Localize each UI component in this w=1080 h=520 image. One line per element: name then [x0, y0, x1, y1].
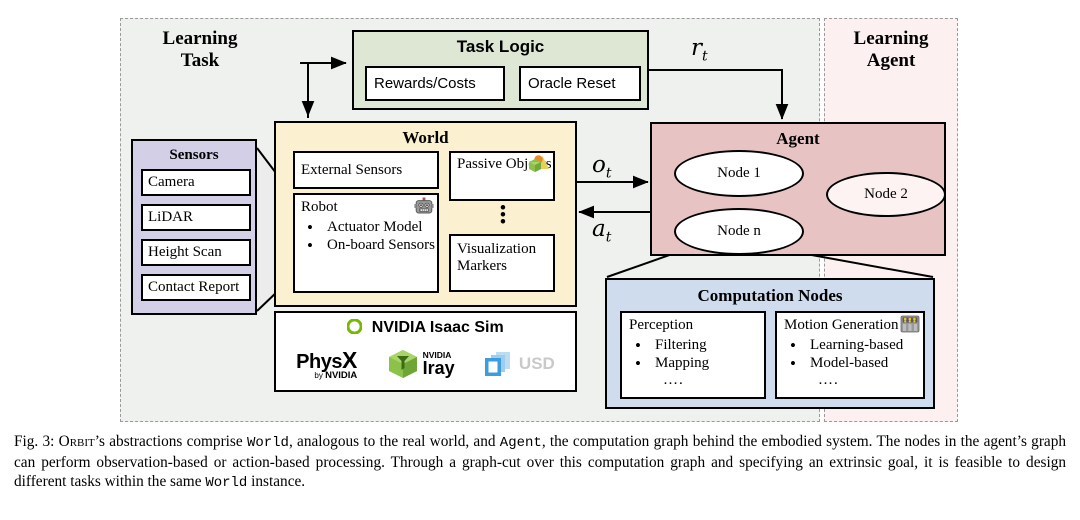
robot-title: Robot — [301, 199, 338, 215]
motion-generation-group[interactable]: Motion Generation Learning-based Model-b… — [775, 311, 925, 399]
signal-observation-symbol: o — [592, 152, 606, 178]
signal-action-symbol: a — [592, 216, 606, 242]
signal-reward-symbol: r — [691, 35, 702, 61]
iray-cube-icon — [388, 350, 417, 378]
caption-part1: ’s abstractions comprise — [94, 433, 247, 450]
usd-word: USD — [518, 354, 555, 373]
sensors-title: Sensors — [169, 147, 219, 163]
controller-icon — [900, 315, 920, 333]
sensors-box: Sensors Camera LiDAR Height Scan Contact… — [131, 139, 257, 315]
motion-bullet-learning-based: Learning-based — [788, 336, 923, 356]
task-logic-item-oracle-reset[interactable]: Oracle Reset — [519, 66, 641, 101]
physx-by: by — [314, 371, 323, 380]
agent-box: Agent Node 1 Node 2 Node n — [650, 122, 946, 256]
passive-objects-box[interactable]: Passive Objects — [449, 151, 555, 201]
sensor-item-height-scan[interactable]: Height Scan — [141, 239, 251, 266]
motion-bullet-model-based: Model-based — [788, 354, 923, 374]
sensor-item-lidar[interactable]: LiDAR — [141, 204, 251, 231]
robot-bullet-actuator: Actuator Model — [305, 218, 437, 238]
perception-bullet-list: Filtering Mapping — [629, 336, 764, 374]
agent-node-2[interactable]: Node 2 — [826, 172, 946, 217]
robot-box[interactable]: Robot Actuator Model On-board Sensors — [293, 193, 439, 293]
perception-bullet-mapping: Mapping — [633, 354, 764, 374]
agent-title: Agent — [776, 129, 820, 148]
signal-reward-label: rt — [691, 35, 708, 65]
world-box: World External Sensors Robot Actuator Mo… — [274, 121, 577, 307]
iray-word: Iray — [422, 357, 455, 378]
perception-title: Perception — [629, 317, 694, 333]
agent-node-n[interactable]: Node n — [674, 208, 804, 255]
signal-action-sub: t — [605, 229, 612, 246]
task-logic-title: Task Logic — [456, 37, 545, 56]
caption-agent: Agent — [499, 435, 542, 451]
usd-logo: USD — [483, 350, 555, 378]
caption-world: World — [246, 435, 289, 451]
motion-bullet-list: Learning-based Model-based — [784, 336, 923, 374]
caption-part4: instance. — [247, 473, 306, 491]
usd-layers-icon — [484, 352, 510, 376]
task-logic-box: Task Logic Rewards/Costs Oracle Reset — [352, 30, 649, 110]
partner-logo-row: PhysX by NVIDIA NVIDIA Iray USD — [276, 347, 575, 381]
perception-more: …. — [663, 372, 684, 389]
motion-more: …. — [818, 372, 839, 389]
primitive-shapes-icon — [529, 155, 549, 172]
computation-nodes-box: Computation Nodes Perception Filtering M… — [605, 278, 935, 409]
ellipsis-vertical: • • • — [499, 198, 507, 233]
robot-bullet-list: Actuator Model On-board Sensors — [301, 218, 437, 256]
figure-caption: Fig. 3: Orbit’s abstractions comprise Wo… — [14, 432, 1066, 493]
label-learning-agent: Learning Agent — [853, 28, 929, 72]
agent-node-1[interactable]: Node 1 — [674, 150, 804, 197]
isaac-sim-box: NVIDIA Isaac Sim PhysX by NVIDIA NVIDIA … — [274, 311, 577, 392]
computation-nodes-title: Computation Nodes — [697, 286, 843, 305]
signal-action-label: at — [592, 216, 611, 246]
robot-bullet-onboard: On-board Sensors — [305, 236, 437, 256]
isaac-sim-title: NVIDIA Isaac Sim — [371, 319, 504, 336]
physx-nvidia: NVIDIA — [325, 370, 358, 381]
caption-world2: World — [205, 475, 248, 492]
sensor-item-contact-report[interactable]: Contact Report — [141, 274, 251, 301]
iray-logo: NVIDIA Iray — [386, 349, 455, 379]
robot-icon — [414, 197, 434, 214]
physx-logo: PhysX by NVIDIA — [296, 347, 357, 381]
isaac-sim-title-row: NVIDIA Isaac Sim — [276, 318, 575, 337]
signal-observation-label: ot — [592, 152, 612, 182]
figure-canvas: Learning Task Learning Agent Task Logic … — [0, 0, 1080, 520]
world-title: World — [402, 128, 449, 147]
signal-observation-sub: t — [605, 165, 612, 182]
sensor-item-camera[interactable]: Camera — [141, 169, 251, 196]
task-logic-item-rewards[interactable]: Rewards/Costs — [365, 66, 505, 101]
perception-bullet-filtering: Filtering — [633, 336, 764, 356]
caption-orbit: Orbit — [58, 433, 95, 450]
perception-group[interactable]: Perception Filtering Mapping …. — [620, 311, 766, 399]
label-learning-task: Learning Task — [162, 28, 238, 72]
signal-reward-sub: t — [702, 48, 708, 65]
caption-part2: , analogous to the real world, and — [288, 433, 500, 450]
motion-generation-title: Motion Generation — [784, 317, 899, 333]
caption-prefix: Fig. 3: — [14, 433, 59, 450]
visualization-markers-box[interactable]: Visualization Markers — [449, 234, 555, 292]
nvidia-logo-icon — [346, 318, 363, 335]
external-sensors-box[interactable]: External Sensors — [293, 151, 439, 189]
